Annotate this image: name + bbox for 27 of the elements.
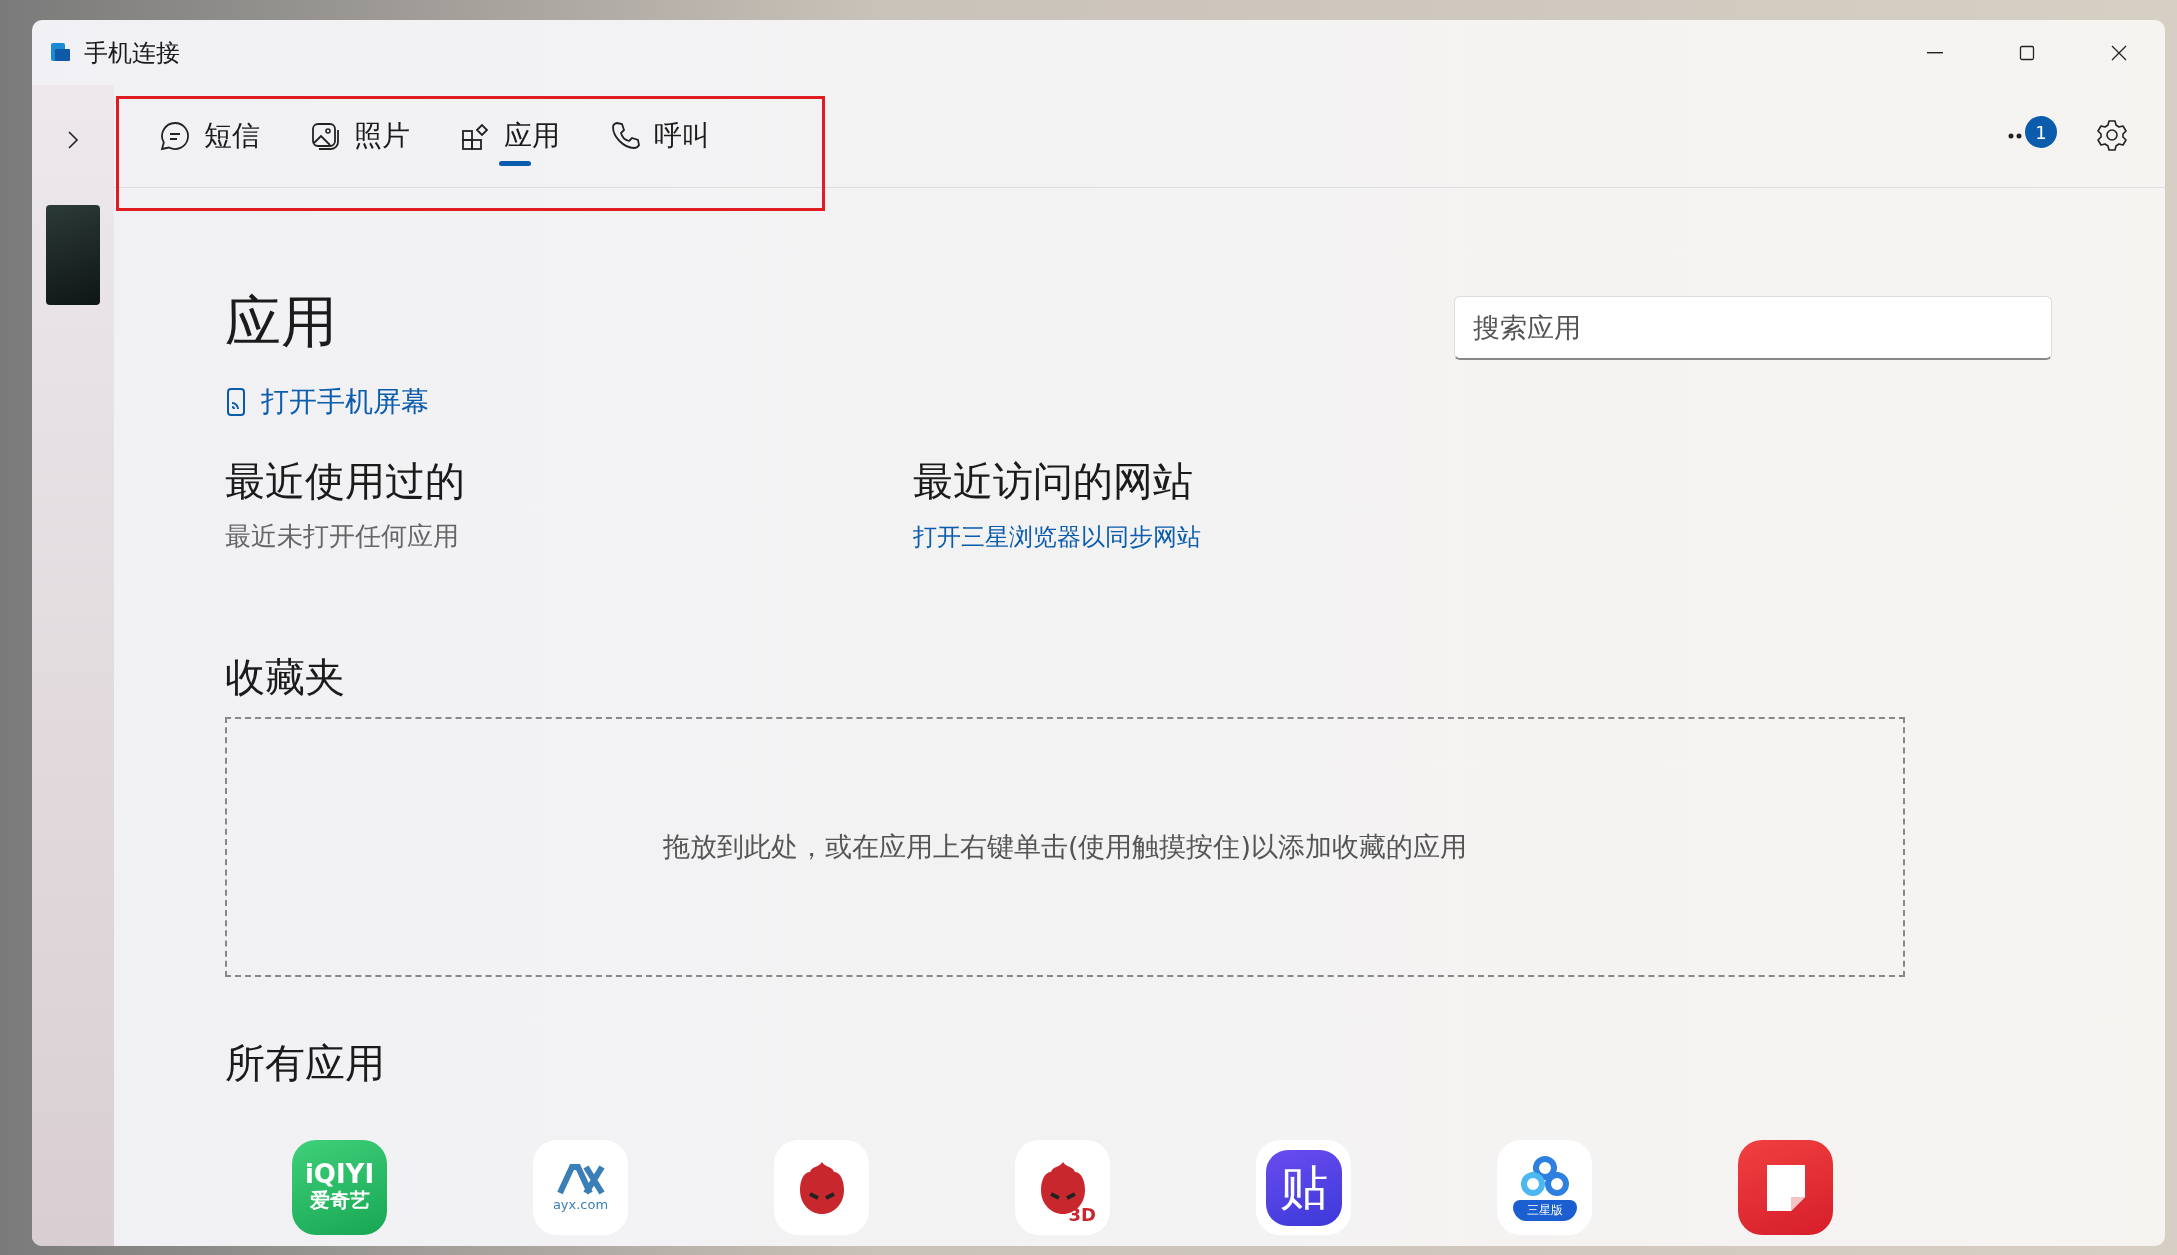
selected-tab-indicator: [499, 160, 531, 166]
sync-websites-link[interactable]: 打开三星浏览器以同步网站: [913, 521, 1601, 554]
section-title: 最近访问的网站: [913, 457, 1194, 507]
app-icon[interactable]: [1738, 1140, 1833, 1236]
app-icon[interactable]: 贴: [1256, 1140, 1351, 1236]
minimize-icon: [1927, 51, 1943, 54]
open-phone-screen-link[interactable]: 打开手机屏幕: [225, 383, 429, 422]
nav-tab[interactable]: 应用: [438, 102, 580, 170]
empty-message: 最近未打开任何应用: [225, 520, 460, 554]
favorites-drop-zone[interactable]: 拖放到此处，或在应用上右键单击(使用触摸按住)以添加收藏的应用: [225, 717, 1905, 978]
app-icon[interactable]: ayx.com: [533, 1140, 628, 1236]
section-title: 所有应用: [225, 1039, 386, 1089]
search-field[interactable]: 搜索应用: [1454, 296, 2052, 360]
section-title: 收藏夹: [225, 653, 346, 703]
nav-tab[interactable]: 照片: [288, 102, 430, 170]
page-title: 应用: [225, 288, 338, 356]
phone-screen-icon: [225, 387, 247, 418]
notification-badge: 1: [2025, 116, 2057, 148]
section-title: 最近使用过的: [225, 457, 466, 507]
more-options-button[interactable]: 1: [2007, 116, 2061, 156]
app-icon[interactable]: 三星版: [1497, 1140, 1592, 1236]
app-icon[interactable]: [774, 1140, 869, 1236]
drop-hint: 拖放到此处，或在应用上右键单击(使用触摸按住)以添加收藏的应用: [662, 830, 1468, 865]
nav-tab[interactable]: 呼叫: [588, 102, 730, 170]
phone-wallpaper-thumbnail[interactable]: [46, 205, 100, 305]
window-title: 手机连接: [84, 37, 180, 69]
nav-tab[interactable]: 短信: [138, 102, 280, 170]
